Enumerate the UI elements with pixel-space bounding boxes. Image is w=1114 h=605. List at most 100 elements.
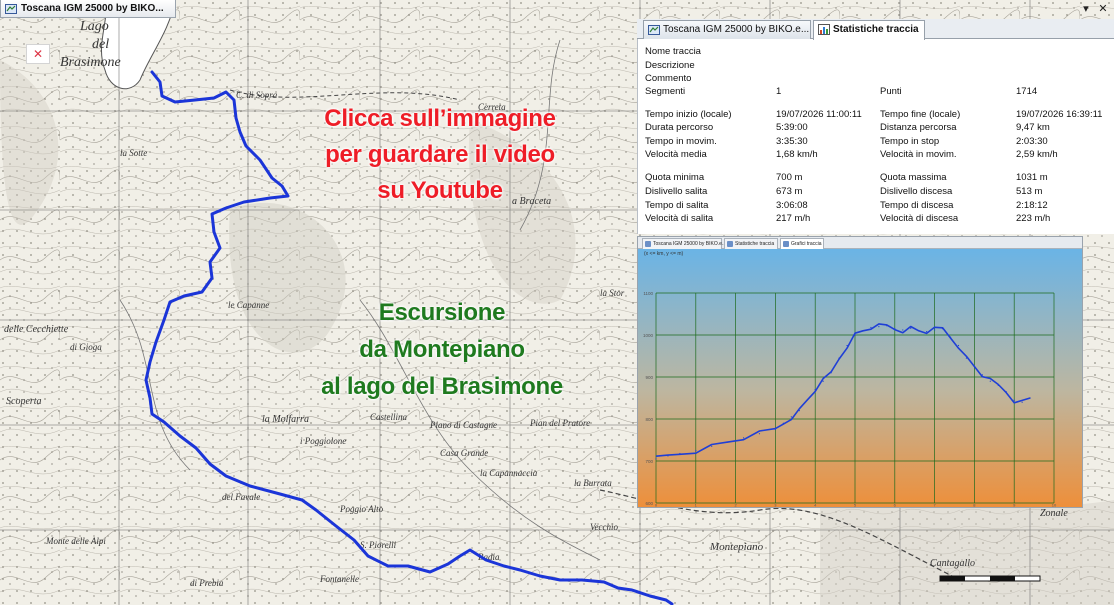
elevation-point-36 bbox=[997, 384, 999, 386]
graph-tab-strip: Toscana IGM 25000 by BIKO.e... Statistic… bbox=[638, 237, 1082, 249]
stat-value-0-right: 1714 bbox=[1016, 86, 1038, 97]
stat-value-2-left: 5:39:00 bbox=[776, 122, 808, 133]
stat-value-2-right: 9,47 km bbox=[1016, 122, 1050, 133]
elevation-point-38 bbox=[1013, 399, 1015, 401]
stat-value-3-right: 2:03:30 bbox=[1016, 136, 1048, 147]
cta-line-1: Clicca sull’immagine bbox=[324, 105, 556, 132]
tab-statistics[interactable]: Statistiche traccia bbox=[813, 20, 925, 40]
map-label-cecchiette: delle Cecchiette bbox=[4, 324, 69, 335]
map-label-capannaccia: la Capannaccia bbox=[480, 468, 538, 478]
stat-label-3-left: Tempo in movim. bbox=[645, 136, 717, 147]
elevation-point-33 bbox=[973, 365, 975, 368]
stat-label-8-right: Velocità di discesa bbox=[880, 213, 959, 224]
stat-value-8-left: 217 m/h bbox=[776, 213, 811, 224]
elevation-point-10 bbox=[790, 416, 792, 418]
stat-label-1-right: Tempo fine (locale) bbox=[880, 109, 961, 120]
youtube-call-to-action[interactable]: Clicca sull’immagine per guardare il vid… bbox=[270, 101, 610, 209]
stat-value-7-left: 3:06:08 bbox=[776, 200, 808, 211]
stat-value-8-right: 223 m/h bbox=[1016, 213, 1051, 224]
map-label-poggiolone: i Poggiolone bbox=[300, 436, 346, 446]
elevation-point-39 bbox=[1021, 401, 1023, 403]
elevation-point-31 bbox=[957, 344, 960, 347]
map-label-burrata: la Burrata bbox=[574, 478, 612, 488]
elevation-point-3 bbox=[695, 449, 697, 452]
stat-label-2-left: Durata percorso bbox=[645, 122, 714, 133]
chart-ytick-2: 800 bbox=[645, 417, 653, 422]
graph-tab-map-label: Toscana IGM 25000 by BIKO.e... bbox=[653, 241, 727, 247]
elevation-point-30 bbox=[949, 336, 952, 338]
graph-stats-tab-icon bbox=[727, 241, 733, 247]
elevation-point-1 bbox=[667, 455, 669, 457]
hike-title: Escursione da Montepiano al lago del Bra… bbox=[262, 294, 622, 405]
window-controls: ▾ ✕ bbox=[1079, 2, 1110, 15]
stat-value-3-left: 3:35:30 bbox=[776, 136, 808, 147]
map-close-button[interactable]: ✕ bbox=[26, 44, 50, 64]
chart-ytick-0: 600 bbox=[645, 501, 653, 506]
elevation-point-18 bbox=[854, 334, 856, 336]
elevation-profile-chart[interactable]: 600700800900100011000 1 2 3 4 5 6 7 8 9 10 bbox=[638, 249, 1082, 507]
elevation-point-15 bbox=[830, 372, 832, 374]
tab-map[interactable]: Toscana IGM 25000 by BIKO.e... bbox=[643, 20, 811, 39]
stat-label-8-left: Velocità di salita bbox=[645, 213, 714, 224]
label-track-name: Nome traccia bbox=[645, 46, 701, 57]
map-label-poggioalto: Poggio Alto bbox=[339, 504, 384, 514]
elevation-point-37 bbox=[1005, 391, 1007, 393]
map-window-tab[interactable]: Toscana IGM 25000 by BIKO... bbox=[0, 0, 176, 18]
stat-value-1-right: 19/07/2026 16:39:11 bbox=[1016, 109, 1103, 120]
cta-line-2: per guardare il video bbox=[325, 141, 555, 168]
map-tab-icon bbox=[648, 25, 660, 35]
stat-value-5-left: 700 m bbox=[776, 172, 803, 183]
graph-tab-map[interactable]: Toscana IGM 25000 by BIKO.e... bbox=[642, 238, 726, 249]
stat-value-7-right: 2:18:12 bbox=[1016, 200, 1048, 211]
map-label-fontanelle: Fontanelle bbox=[319, 574, 359, 584]
axes-units-note: (x <= km, y <= m) bbox=[644, 251, 684, 257]
stat-value-6-right: 513 m bbox=[1016, 186, 1043, 197]
close-icon[interactable]: ✕ bbox=[1096, 2, 1110, 15]
elevation-point-25 bbox=[910, 327, 912, 329]
elevation-point-14 bbox=[822, 380, 824, 382]
elevation-point-11 bbox=[798, 410, 800, 412]
elevation-point-32 bbox=[965, 357, 968, 359]
map-label-castellina: Castellina bbox=[370, 412, 408, 422]
stat-label-0-right: Punti bbox=[880, 86, 902, 97]
map-label-casagrande: Casa Grande bbox=[440, 448, 488, 458]
map-label-favale: del Favale bbox=[222, 492, 260, 502]
stat-label-6-left: Dislivello salita bbox=[645, 186, 708, 197]
stat-label-3-right: Tempo in stop bbox=[880, 136, 940, 147]
dropdown-arrow-icon[interactable]: ▾ bbox=[1079, 2, 1093, 15]
cta-line-3: su Youtube bbox=[377, 177, 503, 204]
tab-map-label: Toscana IGM 25000 by BIKO.e... bbox=[663, 24, 810, 35]
elevation-point-40 bbox=[1029, 397, 1031, 399]
map-label-gioga: di Gioga bbox=[70, 342, 102, 352]
track-graph-panel: Toscana IGM 25000 by BIKO.e... Statistic… bbox=[637, 236, 1083, 508]
stat-label-7-right: Tempo di discesa bbox=[880, 200, 954, 211]
chart-ytick-1: 700 bbox=[645, 459, 653, 464]
graph-map-tab-icon bbox=[645, 241, 651, 247]
stat-value-6-left: 673 m bbox=[776, 186, 803, 197]
tab-statistics-label: Statistiche traccia bbox=[833, 24, 919, 35]
stat-value-0-left: 1 bbox=[776, 86, 782, 97]
elevation-point-7 bbox=[758, 433, 761, 435]
map-label-spiorelli: S. Piorelli bbox=[360, 540, 397, 550]
graph-tab-statistics-label: Statistiche traccia bbox=[735, 241, 775, 247]
elevation-point-23 bbox=[894, 328, 896, 330]
graph-tab-statistics[interactable]: Statistiche traccia bbox=[724, 238, 778, 249]
elevation-point-19 bbox=[862, 330, 864, 332]
elevation-point-0 bbox=[655, 458, 657, 460]
elevation-point-28 bbox=[934, 329, 936, 331]
elevation-point-24 bbox=[902, 329, 904, 331]
elevation-point-26 bbox=[918, 330, 920, 332]
elevation-point-35 bbox=[989, 380, 991, 382]
elevation-point-29 bbox=[941, 328, 944, 330]
graph-tab-charts[interactable]: Grafici traccia bbox=[780, 238, 824, 249]
stat-label-6-right: Dislivello discesa bbox=[880, 186, 953, 197]
elevation-point-21 bbox=[878, 326, 880, 328]
graph-tab-charts-label: Grafici traccia bbox=[791, 241, 822, 247]
map-label-brasimone: Brasimone bbox=[60, 55, 121, 70]
stat-value-1-left: 19/07/2026 11:00:11 bbox=[776, 109, 862, 120]
map-label-lasotte: la Sotte bbox=[120, 148, 147, 158]
stat-label-0-left: Segmenti bbox=[645, 86, 686, 97]
elevation-point-9 bbox=[782, 422, 784, 424]
chart-ytick-3: 900 bbox=[645, 375, 653, 380]
map-label-pratore: Pian del Pratore bbox=[529, 418, 590, 428]
